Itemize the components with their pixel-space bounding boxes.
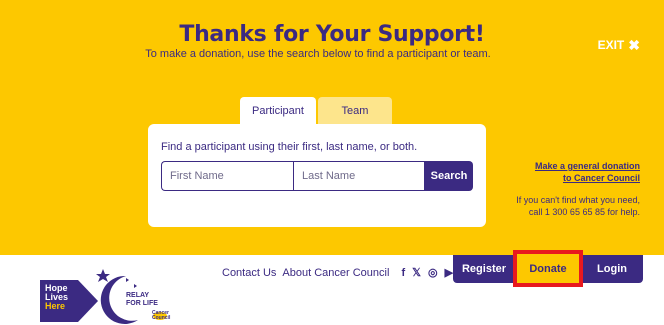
twitter-icon[interactable]: 𝕏 (412, 266, 421, 279)
overlay-title: Thanks for Your Support! (179, 22, 485, 47)
register-button[interactable]: Register (453, 255, 515, 283)
general-donation-line1: Make a general donation (534, 161, 640, 171)
search-button[interactable]: Search (425, 161, 473, 191)
search-card: Find a participant using their first, la… (148, 124, 486, 227)
tab-participant[interactable]: Participant (240, 97, 316, 125)
footer-links: Contact Us About Cancer Council f 𝕏 ◎ ▶ (222, 266, 453, 280)
first-name-field[interactable] (161, 161, 293, 191)
about-cancer-council-link[interactable]: About Cancer Council (282, 267, 389, 279)
help-text: If you can't find what you need, call 1 … (490, 194, 640, 218)
cc-logo-word-2: Council (152, 315, 171, 321)
relay-logo-text: RELAY FOR LIFE (126, 292, 158, 308)
general-donation-link[interactable]: Make a general donation to Cancer Counci… (500, 160, 640, 184)
exit-button[interactable]: EXIT ✖ (598, 38, 640, 52)
youtube-icon[interactable]: ▶ (445, 266, 453, 279)
overlay-subtitle: To make a donation, use the search below… (145, 48, 491, 60)
search-instruction: Find a participant using their first, la… (161, 141, 418, 153)
help-line2: call 1 300 65 65 85 for help. (528, 207, 640, 217)
page: Thanks for Your Support! To make a donat… (0, 0, 664, 325)
help-line1: If you can't find what you need, (516, 195, 640, 205)
facebook-icon[interactable]: f (401, 267, 405, 279)
donate-button[interactable]: Donate (516, 255, 580, 283)
cancer-council-logo-text: Cancer Council (152, 311, 170, 321)
relay-logo-word-2: FOR LIFE (126, 300, 158, 307)
tab-team[interactable]: Team (318, 97, 392, 125)
relay-logo-word-1: RELAY (126, 292, 150, 299)
hope-logo-text: Hope Lives Here (45, 284, 68, 311)
exit-label: EXIT (597, 38, 625, 52)
contact-us-link[interactable]: Contact Us (222, 267, 276, 279)
instagram-icon[interactable]: ◎ (428, 266, 438, 279)
close-icon: ✖ (628, 37, 640, 53)
hope-logo-word-3: Here (45, 301, 66, 311)
login-button[interactable]: Login (581, 255, 643, 283)
search-row: Search (161, 161, 473, 191)
last-name-field[interactable] (293, 161, 425, 191)
social-links: f 𝕏 ◎ ▶ (401, 266, 453, 280)
general-donation-line2: to Cancer Council (562, 173, 640, 183)
donation-overlay: Thanks for Your Support! To make a donat… (0, 0, 664, 255)
